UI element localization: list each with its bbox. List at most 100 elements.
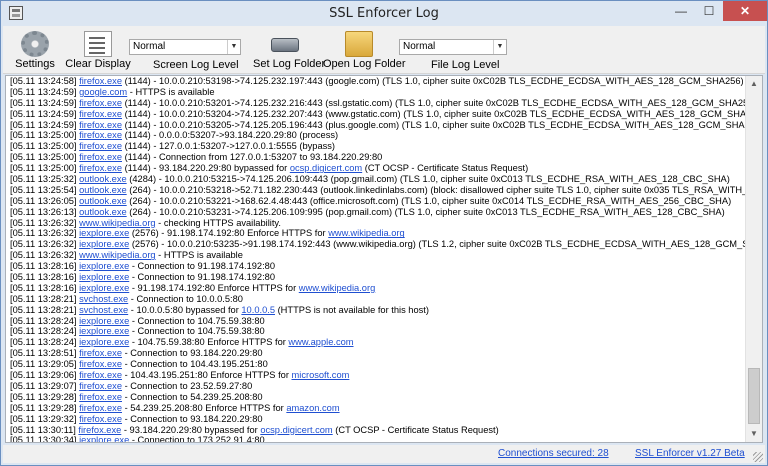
log-process-link[interactable]: iexplore.exe: [79, 272, 129, 282]
log-process-link[interactable]: iexplore.exe: [79, 326, 129, 336]
log-process-link[interactable]: outlook.exe: [79, 196, 127, 206]
log-process-link[interactable]: firefox.exe: [79, 392, 122, 402]
log-line: [05.11 13:24:59] firefox.exe (1144) - 10…: [10, 98, 745, 109]
set-log-folder-button[interactable]: Set Log Folder: [253, 28, 325, 72]
version-link[interactable]: SSL Enforcer v1.27 Beta: [635, 448, 745, 459]
log-line: [05.11 13:28:24] iexplore.exe - 104.75.5…: [10, 337, 745, 348]
gear-icon: [21, 31, 49, 57]
log-timestamp: [05.11 13:28:16]: [10, 261, 80, 272]
title-bar[interactable]: SSL Enforcer Log — ☐ ✕: [1, 1, 767, 25]
toolbar: Settings Clear Display Normal ▼ Screen L…: [3, 26, 765, 74]
log-host-link[interactable]: amazon.com: [286, 403, 339, 413]
log-process-link[interactable]: firefox.exe: [79, 381, 122, 391]
log-host-link[interactable]: microsoft.com: [292, 370, 350, 380]
log-timestamp: [05.11 13:25:32]: [10, 174, 80, 185]
log-host-link[interactable]: www.wikipedia.org: [328, 228, 404, 238]
log-message: (264) - 10.0.0.210:53221->168.62.4.48:44…: [126, 195, 732, 206]
chevron-down-icon[interactable]: ▼: [493, 40, 506, 54]
connections-secured-link[interactable]: Connections secured: 28: [498, 448, 609, 459]
log-line: [05.11 13:29:32] firefox.exe - Connectio…: [10, 414, 745, 425]
log-process-link[interactable]: firefox.exe: [79, 403, 122, 413]
log-process-link[interactable]: svchost.exe: [79, 305, 128, 315]
log-host-link[interactable]: ocsp.digicert.com: [260, 425, 332, 435]
log-process-link[interactable]: firefox.exe: [78, 425, 121, 435]
close-button[interactable]: ✕: [723, 1, 767, 21]
log-process-link[interactable]: iexplore.exe: [79, 316, 129, 326]
log-process-link[interactable]: firefox.exe: [79, 98, 122, 108]
log-process-link[interactable]: iexplore.exe: [79, 283, 129, 293]
log-message: (1144) - 10.0.0.210:53201->74.125.232.21…: [122, 97, 745, 108]
log-message: (1144) - Connection from 127.0.0.1:53207…: [122, 152, 383, 163]
log-line: [05.11 13:28:24] iexplore.exe - Connecti…: [10, 316, 745, 327]
log-timestamp: [05.11 13:28:21]: [10, 293, 80, 304]
log-line: [05.11 13:30:34] iexplore.exe - Connecti…: [10, 435, 745, 443]
maximize-button[interactable]: ☐: [695, 1, 723, 21]
clear-display-button[interactable]: Clear Display: [65, 28, 131, 72]
log-line: [05.11 13:24:59] firefox.exe (1144) - 10…: [10, 109, 745, 120]
log-process-link[interactable]: outlook.exe: [79, 174, 127, 184]
log-process-link[interactable]: firefox.exe: [79, 76, 122, 86]
log-host-link[interactable]: www.apple.com: [288, 337, 353, 347]
log-process-link[interactable]: firefox.exe: [79, 120, 122, 130]
settings-button[interactable]: Settings: [9, 28, 61, 72]
log-line: [05.11 13:29:06] firefox.exe - 104.43.19…: [10, 370, 745, 381]
open-log-folder-label: Open Log Folder: [323, 58, 406, 70]
open-log-folder-button[interactable]: Open Log Folder: [323, 28, 406, 72]
log-message: - Connection to 10.0.0.5:80: [128, 293, 243, 304]
log-timestamp: [05.11 13:30:34]: [10, 435, 80, 443]
log-message-tail: (CT OCSP - Certificate Status Request): [332, 424, 499, 435]
scroll-thumb[interactable]: [748, 368, 760, 424]
log-process-link[interactable]: firefox.exe: [79, 163, 122, 173]
log-process-link[interactable]: firefox.exe: [79, 359, 122, 369]
log-process-link[interactable]: svchost.exe: [79, 294, 128, 304]
chevron-down-icon[interactable]: ▼: [227, 40, 240, 54]
log-line: [05.11 13:25:00] firefox.exe (1144) - 12…: [10, 141, 745, 152]
log-message: - Connection to 104.75.59.38:80: [129, 315, 265, 326]
log-timestamp: [05.11 13:24:59]: [10, 86, 80, 97]
scroll-down-icon[interactable]: ▼: [746, 426, 762, 442]
log-process-link[interactable]: iexplore.exe: [79, 337, 129, 347]
log-message: - 93.184.220.29:80 bypassed for: [121, 424, 261, 435]
log-timestamp: [05.11 13:28:21]: [10, 304, 80, 315]
log-process-link[interactable]: firefox.exe: [79, 414, 122, 424]
screen-log-level-select[interactable]: Normal ▼: [129, 39, 241, 55]
log-process-link[interactable]: google.com: [79, 87, 127, 97]
log-timestamp: [05.11 13:28:16]: [10, 282, 80, 293]
log-message: - 104.43.195.251:80 Enforce HTTPS for: [122, 370, 292, 381]
log-line: [05.11 13:28:24] iexplore.exe - Connecti…: [10, 326, 745, 337]
log-timestamp: [05.11 13:25:00]: [10, 141, 80, 152]
scroll-up-icon[interactable]: ▲: [746, 76, 762, 92]
log-host-link[interactable]: 10.0.0.5: [241, 305, 275, 315]
log-process-link[interactable]: firefox.exe: [79, 370, 122, 380]
log-message-tail: (CT OCSP - Certificate Status Request): [362, 163, 529, 174]
log-line: [05.11 13:28:21] svchost.exe - 10.0.0.5:…: [10, 305, 745, 316]
log-message: - Connection to 91.198.174.192:80: [129, 272, 276, 283]
file-log-level-select[interactable]: Normal ▼: [399, 39, 507, 55]
log-process-link[interactable]: firefox.exe: [79, 130, 122, 140]
log-host-link[interactable]: ocsp.digicert.com: [290, 163, 362, 173]
log-timestamp: [05.11 13:24:58]: [10, 76, 80, 86]
log-process-link[interactable]: firefox.exe: [79, 141, 122, 151]
vertical-scrollbar[interactable]: ▲ ▼: [745, 76, 762, 442]
log-process-link[interactable]: firefox.exe: [79, 152, 122, 162]
log-process-link[interactable]: iexplore.exe: [79, 261, 129, 271]
log-process-link[interactable]: www.wikipedia.org: [79, 218, 155, 228]
log-process-link[interactable]: outlook.exe: [79, 207, 127, 217]
minimize-button[interactable]: —: [667, 1, 695, 21]
log-process-link[interactable]: iexplore.exe: [79, 435, 129, 442]
log-message: (1144) - 10.0.0.210:53204->74.125.232.20…: [122, 108, 745, 119]
log-process-link[interactable]: firefox.exe: [79, 348, 122, 358]
log-message: - HTTPS is available: [155, 250, 243, 261]
log-process-link[interactable]: www.wikipedia.org: [79, 250, 155, 260]
log-display[interactable]: [05.11 13:24:58] firefox.exe (1144) - 10…: [5, 75, 763, 443]
log-process-link[interactable]: firefox.exe: [79, 109, 122, 119]
log-process-link[interactable]: iexplore.exe: [79, 228, 129, 238]
log-timestamp: [05.11 13:28:24]: [10, 315, 80, 326]
log-process-link[interactable]: outlook.exe: [79, 185, 127, 195]
log-host-link[interactable]: www.wikipedia.org: [299, 283, 375, 293]
log-process-link[interactable]: iexplore.exe: [79, 239, 129, 249]
log-message: (2576) - 10.0.0.210:53235->91.198.174.19…: [129, 239, 745, 250]
log-line: [05.11 13:29:05] firefox.exe - Connectio…: [10, 359, 745, 370]
log-timestamp: [05.11 13:29:06]: [10, 370, 80, 381]
resize-grip-icon[interactable]: [753, 452, 763, 462]
